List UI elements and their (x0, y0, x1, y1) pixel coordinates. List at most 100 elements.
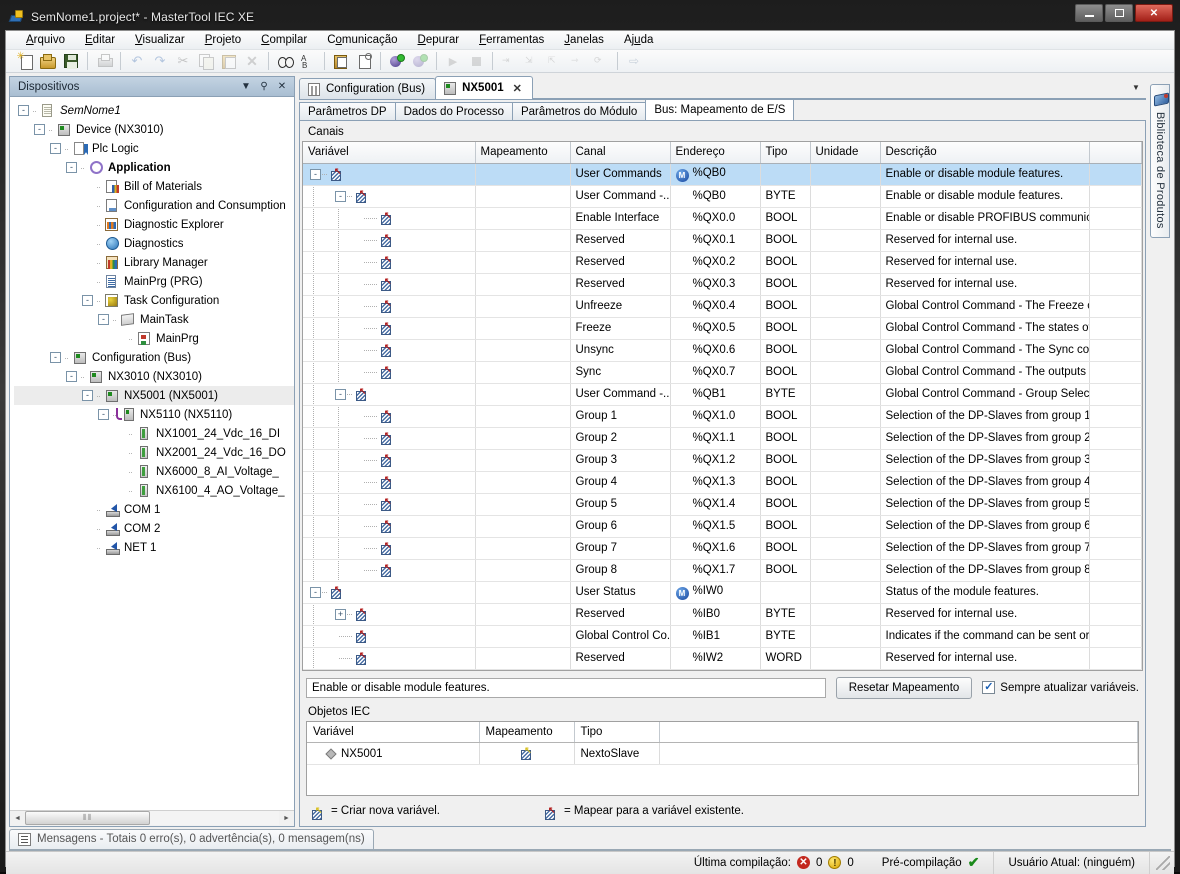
table-row[interactable]: ↖ Group 6 %QX1.5 BOOL Selection of the DP-Sl… (303, 515, 1142, 538)
cell-variable[interactable]: ↖ (303, 647, 476, 670)
table-row[interactable]: ↖ Reserved %QX0.3 BOOL Reserved for internal… (303, 273, 1142, 296)
pin-icon[interactable]: ⚲ (255, 79, 273, 95)
map-to-existing-variable-icon[interactable]: ↖ (379, 232, 394, 248)
iec-body[interactable]: NX5001 ↖ NextoSlave (307, 742, 1138, 765)
cell-mapping[interactable] (475, 273, 571, 296)
maximize-button[interactable] (1105, 4, 1133, 22)
cell-variable[interactable]: ↖ (303, 493, 476, 516)
tree-item-diagnostics[interactable]: ·· Diagnostics (14, 234, 294, 253)
cell-mapping[interactable] (475, 339, 571, 362)
map-to-existing-variable-icon[interactable]: ↖ (379, 342, 394, 358)
sub-tab-par-metros-dp[interactable]: Parâmetros DP (299, 102, 396, 120)
scroll-thumb[interactable]: ⦀⦀ (25, 811, 150, 825)
sub-tab-bus-mapeamento-de-e-s[interactable]: Bus: Mapeamento de E/S (645, 99, 795, 120)
cell-variable[interactable]: ↖ (303, 625, 476, 648)
tree-item-application[interactable]: - ·· Application (14, 158, 294, 177)
cell-address[interactable]: %IB0 (670, 603, 761, 626)
menu-item-janelas[interactable]: Janelas (554, 31, 614, 49)
collapse-toggle-icon[interactable]: - (335, 190, 346, 202)
cell-mapping[interactable] (475, 449, 571, 472)
cell-mapping[interactable] (475, 229, 571, 252)
cell-address[interactable]: %IW2 (670, 647, 761, 670)
column-header-unidade[interactable]: Unidade (810, 142, 881, 164)
menu-item-editar[interactable]: Editar (75, 31, 125, 49)
menu-item-depurar[interactable]: Depurar (408, 31, 470, 49)
tree-item-configuration-and-consumption[interactable]: ·· Configuration and Consumption (14, 196, 294, 215)
tab-list-chevron-down-icon[interactable]: ▼ (1126, 77, 1146, 99)
map-to-existing-variable-icon[interactable]: ↖ (379, 408, 394, 424)
table-row[interactable]: ↖ Reserved %QX0.2 BOOL Reserved for internal… (303, 251, 1142, 274)
column-header-mapeamento[interactable]: Mapeamento (475, 142, 571, 164)
cell-variable[interactable]: ↖ (303, 273, 476, 296)
collapse-toggle-icon[interactable]: - (50, 352, 61, 363)
scroll-right-arrow-icon[interactable]: ► (279, 811, 294, 825)
cell-variable[interactable]: ↖ (303, 207, 476, 230)
table-row[interactable]: ↖ Group 8 %QX1.7 BOOL Selection of the DP-Sl… (303, 559, 1142, 582)
tree-item-net-1[interactable]: ·· NET 1 (14, 538, 294, 557)
map-to-existing-variable-icon[interactable]: ↖ (379, 210, 394, 226)
cell-variable[interactable]: ↖ (303, 339, 476, 362)
table-row[interactable]: - ↖ User Command -... %QB0 BYTE Enable or dis… (303, 185, 1142, 208)
cell-variable[interactable]: ↖ (303, 295, 476, 318)
map-to-existing-variable-icon[interactable]: ↖ (329, 584, 344, 600)
table-row[interactable]: ↖ Group 4 %QX1.3 BOOL Selection of the DP-Sl… (303, 471, 1142, 494)
device-tree[interactable]: - ·· SemNome1- ·· Device (NX3010) - ·· Plc Logi… (10, 97, 294, 810)
menu-item-comunicao[interactable]: Comunicação (317, 31, 407, 49)
table-row[interactable]: ↖ Reserved %QX0.1 BOOL Reserved for internal… (303, 229, 1142, 252)
map-to-existing-variable-icon[interactable]: ↖ (354, 386, 369, 402)
cell-address[interactable]: M %QB0 (670, 163, 761, 186)
collapse-toggle-icon[interactable]: - (50, 143, 61, 154)
save-project-icon[interactable] (60, 50, 82, 72)
cell-address[interactable]: %QX1.4 (670, 493, 761, 516)
map-to-existing-variable-icon[interactable]: ↖ (379, 276, 394, 292)
cell-variable[interactable]: + ↖ (303, 603, 476, 626)
cell-variable[interactable]: - ↖ (303, 185, 476, 208)
cell-variable[interactable]: ↖ (303, 471, 476, 494)
tree-item-nx6100-4-ao-voltage[interactable]: ·· NX6100_4_AO_Voltage_ (14, 481, 294, 500)
sort-icon[interactable] (297, 50, 319, 72)
cell-variable[interactable]: ↖ (303, 317, 476, 340)
cell-address[interactable]: %QB1 (670, 383, 761, 406)
menu-item-compilar[interactable]: Compilar (251, 31, 317, 49)
cell-address[interactable]: %QX1.7 (670, 559, 761, 582)
cell-mapping[interactable] (475, 647, 571, 670)
table-row[interactable]: NX5001 ↖ NextoSlave (307, 742, 1138, 765)
map-to-existing-variable-icon[interactable]: ↖ (379, 562, 394, 578)
resize-grip-icon[interactable] (1156, 855, 1170, 870)
cell-variable[interactable]: ↖ (303, 251, 476, 274)
product-library-tab[interactable]: Biblioteca de Produtos (1150, 84, 1170, 238)
table-row[interactable]: - ↖ User Status M %IW0 Status of the module f… (303, 581, 1142, 604)
collapse-toggle-icon[interactable]: - (335, 388, 346, 400)
build-icon[interactable] (386, 50, 408, 72)
cell-variable[interactable]: ↖ (303, 405, 476, 428)
chevron-down-icon[interactable]: ▼ (237, 79, 255, 95)
map-to-existing-variable-icon[interactable]: ↖ (354, 628, 369, 644)
tree-item-device-nx3010[interactable]: - ·· Device (NX3010) (14, 120, 294, 139)
cell-mapping[interactable] (475, 603, 571, 626)
tree-item-mainprg[interactable]: ·· MainPrg (14, 329, 294, 348)
tree-item-maintask[interactable]: - ·· MainTask (14, 310, 294, 329)
collapse-toggle-icon[interactable]: - (66, 371, 77, 382)
collapse-toggle-icon[interactable]: - (82, 295, 93, 306)
iec-column-header-tipo[interactable]: Tipo (574, 721, 660, 743)
table-row[interactable]: ↖ Unsync %QX0.6 BOOL Global Control Command … (303, 339, 1142, 362)
map-to-existing-variable-icon[interactable]: ↖ (354, 188, 369, 204)
cell-mapping[interactable] (475, 427, 571, 450)
cell-mapping[interactable] (475, 163, 571, 186)
cell-address[interactable]: %QX0.7 (670, 361, 761, 384)
collapse-toggle-icon[interactable]: - (66, 162, 77, 173)
tree-item-nx3010-nx3010[interactable]: - ·· NX3010 (NX3010) (14, 367, 294, 386)
iec-column-header-blank[interactable] (659, 721, 1138, 743)
column-header-vari-vel[interactable]: Variável (303, 142, 476, 164)
cell-variable[interactable]: - ↖ (303, 383, 476, 406)
cell-address[interactable]: %QX1.2 (670, 449, 761, 472)
device-tree-hscrollbar[interactable]: ◄ ⦀⦀ ► (10, 809, 294, 826)
cell-mapping[interactable] (475, 317, 571, 340)
tree-item-plc-logic[interactable]: - ·· Plc Logic (14, 139, 294, 158)
table-row[interactable]: ↖ Global Control Co... %IB1 BYTE Indicates i… (303, 625, 1142, 648)
cell-variable[interactable]: - ↖ (303, 581, 476, 604)
cell-mapping[interactable] (475, 251, 571, 274)
cell-address[interactable]: %QX0.2 (670, 251, 761, 274)
cell-mapping[interactable] (475, 581, 571, 604)
minimize-button[interactable] (1075, 4, 1103, 22)
